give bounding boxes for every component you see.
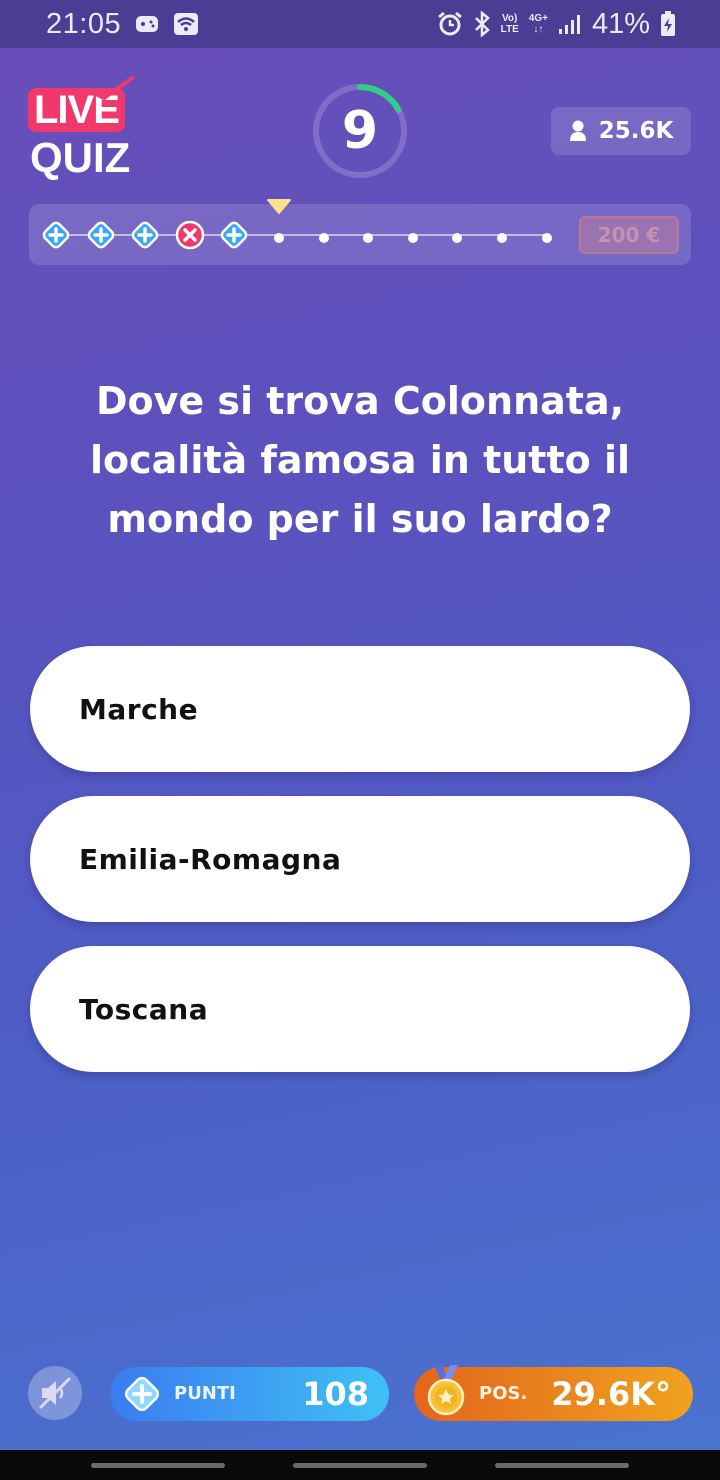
signal-icon — [558, 13, 582, 35]
current-question-marker-icon — [267, 199, 291, 214]
progress-dot — [451, 229, 463, 248]
gamepad-icon — [135, 13, 159, 35]
wifi-icon — [173, 12, 199, 36]
points-pill: PUNTI 108 — [110, 1367, 389, 1421]
progress-wrong-icon — [175, 220, 205, 254]
answer-option-2[interactable]: Emilia-Romagna — [30, 796, 690, 922]
status-bar: 21:05 Vo) LTE 4G+ ↓↑ 41% — [0, 0, 720, 48]
user-icon — [569, 120, 586, 141]
alarm-icon — [437, 11, 463, 37]
position-label: POS. — [479, 1383, 528, 1404]
bluetooth-icon — [473, 11, 491, 37]
progress-correct-plus-icon — [41, 220, 71, 254]
points-value: 108 — [302, 1375, 369, 1413]
answer-option-1[interactable]: Marche — [30, 646, 690, 772]
progress-correct-plus-icon — [219, 220, 249, 254]
progress-dot — [273, 229, 285, 248]
progress-dot — [496, 229, 508, 248]
timer-value: 9 — [341, 101, 379, 161]
viewer-count: 25.6K — [551, 107, 691, 155]
position-pill: POS. 29.6K° — [414, 1365, 693, 1421]
viewer-count-text: 25.6K — [598, 118, 674, 144]
nav-recent-button[interactable] — [91, 1463, 225, 1468]
question-progress: 200 € — [29, 199, 691, 265]
sound-off-icon — [39, 1377, 71, 1409]
points-label: PUNTI — [174, 1383, 236, 1404]
progress-correct-plus-icon — [86, 220, 116, 254]
status-time: 21:05 — [46, 7, 122, 40]
system-navigation-bar — [0, 1450, 720, 1480]
progress-dot — [541, 229, 553, 248]
battery-charging-icon — [660, 11, 676, 37]
live-quiz-logo: LIVE QUIZ — [28, 76, 148, 184]
position-value: 29.6K° — [551, 1375, 671, 1413]
progress-dot — [362, 229, 374, 248]
network-type-indicator: 4G+ ↓↑ — [528, 13, 548, 35]
nav-back-button[interactable] — [495, 1463, 629, 1468]
battery-percent: 41% — [591, 7, 650, 40]
countdown-timer: 9 — [311, 82, 409, 180]
volte-indicator: Vo) LTE — [501, 13, 519, 35]
logo-quiz-text: QUIZ — [30, 134, 131, 181]
progress-correct-plus-icon — [130, 220, 160, 254]
prize-badge: 200 € — [579, 216, 679, 254]
lte-text: LTE — [500, 24, 519, 35]
mute-button[interactable] — [28, 1366, 82, 1420]
nav-home-button[interactable] — [293, 1463, 427, 1468]
volte-text: Vo) — [502, 13, 518, 24]
network-type-text: 4G+ — [528, 13, 548, 24]
progress-dot — [407, 229, 419, 248]
progress-dot — [318, 229, 330, 248]
logo-tick-icon — [94, 76, 134, 100]
question-text: Dove si trova Colonnata, località famosa… — [90, 379, 630, 541]
answer-option-3[interactable]: Toscana — [30, 946, 690, 1072]
points-plus-icon — [124, 1376, 160, 1412]
medal-icon — [427, 1365, 465, 1416]
